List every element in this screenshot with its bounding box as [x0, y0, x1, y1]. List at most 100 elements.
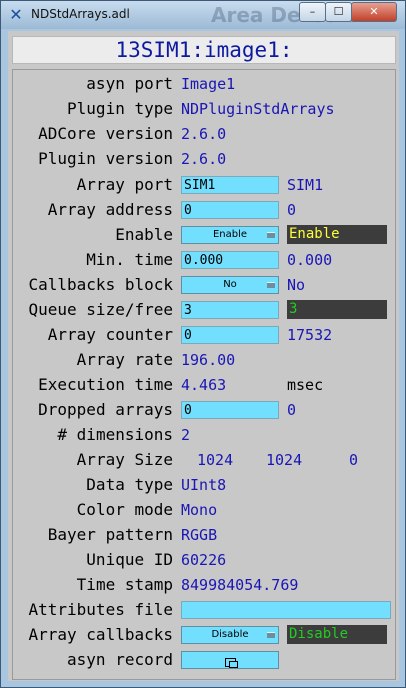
menu-arrow-icon	[267, 282, 275, 288]
adcore-version-value: 2.6.0	[181, 125, 227, 143]
row-asyn-port: asyn port Image1	[13, 73, 395, 95]
bayer-pattern-label: Bayer pattern	[47, 525, 173, 544]
row-dropped-arrays: Dropped arrays 0 0	[13, 399, 395, 421]
array-size-y: 1024	[266, 451, 303, 469]
row-array-rate: Array rate 196.00	[13, 349, 395, 371]
array-rate-value: 196.00	[181, 351, 236, 369]
enable-menu[interactable]: Enable	[181, 226, 279, 244]
row-bayer-pattern: Bayer pattern RGGB	[13, 524, 395, 546]
row-execution-time: Execution time 4.463 msec	[13, 374, 395, 396]
asyn-port-value: Image1	[181, 75, 236, 93]
row-enable: Enable Enable Enable	[13, 224, 395, 246]
array-size-z: 0	[349, 451, 359, 469]
enable-status: Enable	[287, 225, 387, 244]
unique-id-label: Unique ID	[86, 550, 173, 569]
array-port-input[interactable]: SIM1	[181, 176, 279, 194]
queue-size-label: Queue size/free	[28, 300, 174, 319]
time-stamp-label: Time stamp	[76, 575, 173, 594]
related-display-icon	[224, 658, 238, 668]
array-size-label: Array Size	[76, 450, 173, 469]
row-callbacks-block: Callbacks block No No	[13, 274, 395, 296]
callbacks-block-menu[interactable]: No	[181, 276, 279, 294]
array-port-label: Array port	[76, 175, 173, 194]
callbacks-block-menu-label: No	[223, 279, 237, 290]
array-callbacks-menu-label: Disable	[211, 629, 249, 640]
data-type-label: Data type	[86, 475, 173, 494]
row-array-port: Array port SIM1 SIM1	[13, 174, 395, 196]
row-color-mode: Color mode Mono	[13, 499, 395, 521]
page-title: 13SIM1:image1:	[12, 36, 396, 64]
minimize-button[interactable]: –	[299, 2, 326, 22]
array-counter-label: Array counter	[47, 325, 173, 344]
row-array-address: Array address 0 0	[13, 199, 395, 221]
row-adcore-version: ADCore version 2.6.0	[13, 123, 395, 145]
array-rate-label: Array rate	[76, 350, 173, 369]
window: ✕ NDStdArrays.adl Area Detecto – ☐ ✕ 13S…	[0, 0, 406, 688]
row-array-size: Array Size 1024 1024 0	[13, 449, 395, 471]
array-address-input[interactable]: 0	[181, 201, 279, 219]
array-address-readback: 0	[287, 201, 297, 219]
attributes-file-label: Attributes file	[28, 600, 174, 619]
color-mode-value: Mono	[181, 501, 218, 519]
row-plugin-version: Plugin version 2.6.0	[13, 148, 395, 170]
plugin-type-value: NDPluginStdArrays	[181, 100, 335, 118]
dropped-arrays-label: Dropped arrays	[38, 400, 173, 419]
asyn-record-button[interactable]	[181, 651, 279, 669]
callbacks-block-readback: No	[287, 276, 306, 294]
row-array-callbacks: Array callbacks Disable Disable	[13, 624, 395, 646]
min-time-readback: 0.000	[287, 251, 333, 269]
attributes-file-input[interactable]	[181, 601, 391, 619]
adcore-version-label: ADCore version	[38, 124, 173, 143]
row-attributes-file: Attributes file	[13, 599, 395, 621]
dropped-arrays-input[interactable]: 0	[181, 401, 279, 419]
row-data-type: Data type UInt8	[13, 474, 395, 496]
execution-time-unit: msec	[287, 376, 324, 394]
window-title: NDStdArrays.adl	[31, 7, 130, 21]
menu-arrow-icon	[267, 232, 275, 238]
parameters-panel: asyn port Image1 Plugin type NDPluginStd…	[12, 69, 396, 680]
array-size-x: 1024	[197, 451, 234, 469]
enable-menu-label: Enable	[212, 229, 248, 240]
array-callbacks-menu[interactable]: Disable	[181, 626, 279, 644]
row-queue-size: Queue size/free 3 3	[13, 299, 395, 321]
unique-id-value: 60226	[181, 551, 227, 569]
queue-free-status: 3	[287, 300, 387, 319]
row-dimensions: # dimensions 2	[13, 424, 395, 446]
dimensions-value: 2	[181, 426, 191, 444]
title-bar[interactable]: ✕ NDStdArrays.adl Area Detecto – ☐ ✕	[1, 1, 405, 29]
row-min-time: Min. time 0.000 0.000	[13, 249, 395, 271]
row-time-stamp: Time stamp 849984054.769	[13, 574, 395, 596]
execution-time-label: Execution time	[38, 375, 173, 394]
array-port-readback: SIM1	[287, 176, 324, 194]
close-button[interactable]: ✕	[351, 2, 397, 22]
data-type-value: UInt8	[181, 476, 227, 494]
queue-size-input[interactable]: 3	[181, 301, 279, 319]
row-asyn-record: asyn record	[13, 649, 395, 671]
app-icon: ✕	[9, 5, 23, 24]
min-time-input[interactable]: 0.000	[181, 251, 279, 269]
row-plugin-type: Plugin type NDPluginStdArrays	[13, 98, 395, 120]
array-counter-input[interactable]: 0	[181, 326, 279, 344]
asyn-record-label: asyn record	[67, 650, 173, 669]
array-address-label: Array address	[47, 200, 173, 219]
maximize-button[interactable]: ☐	[325, 2, 352, 22]
array-callbacks-status: Disable	[287, 625, 387, 644]
min-time-label: Min. time	[86, 250, 173, 269]
execution-time-value: 4.463	[181, 376, 227, 394]
client-area: 13SIM1:image1: asyn port Image1 Plugin t…	[8, 31, 399, 681]
plugin-version-value: 2.6.0	[181, 150, 227, 168]
enable-label: Enable	[115, 225, 173, 244]
row-array-counter: Array counter 0 17532	[13, 324, 395, 346]
callbacks-block-label: Callbacks block	[28, 275, 174, 294]
dimensions-label: # dimensions	[57, 425, 173, 444]
row-unique-id: Unique ID 60226	[13, 549, 395, 571]
time-stamp-value: 849984054.769	[181, 576, 299, 594]
plugin-type-label: Plugin type	[67, 99, 173, 118]
plugin-version-label: Plugin version	[38, 149, 173, 168]
array-callbacks-label: Array callbacks	[28, 625, 174, 644]
dropped-arrays-readback: 0	[287, 401, 297, 419]
color-mode-label: Color mode	[76, 500, 173, 519]
array-counter-readback: 17532	[287, 326, 333, 344]
menu-arrow-icon	[267, 632, 275, 638]
asyn-port-label: asyn port	[86, 74, 173, 93]
